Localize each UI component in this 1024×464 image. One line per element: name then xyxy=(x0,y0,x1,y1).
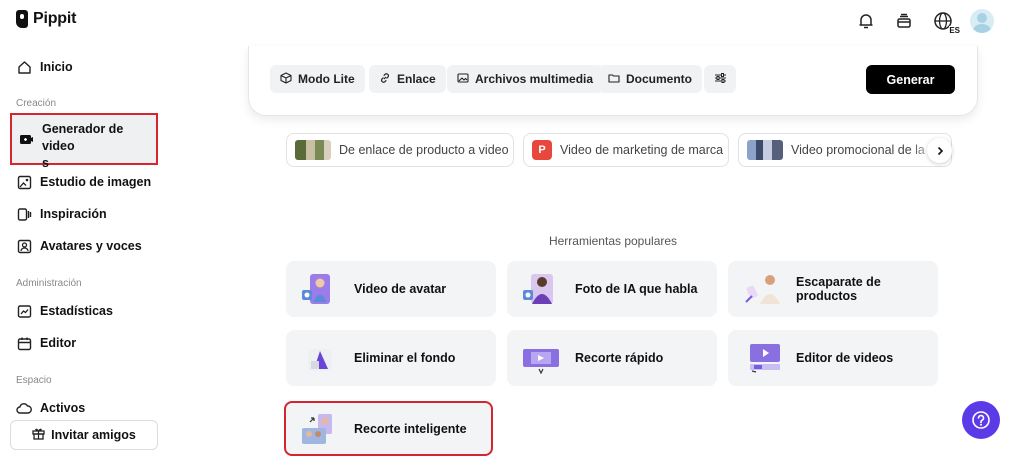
calendar-icon xyxy=(16,335,32,351)
tool-label: Eliminar el fondo xyxy=(354,351,456,365)
language-selector[interactable]: ES xyxy=(930,9,960,35)
sidebar-item-image-studio[interactable]: Estudio de imagen xyxy=(10,171,158,193)
settings-chip[interactable] xyxy=(704,65,736,93)
document-chip[interactable]: Documento xyxy=(598,65,702,93)
brand-badge-icon: P xyxy=(532,140,552,160)
sidebar-item-label: Estudio de imagen xyxy=(40,175,152,189)
chip-label: Documento xyxy=(626,72,692,86)
section-label-creation: Creación xyxy=(16,98,57,109)
image-icon xyxy=(457,72,469,87)
chart-icon xyxy=(16,303,32,319)
tool-talking-photo[interactable]: Foto de IA que habla xyxy=(507,261,717,317)
sidebar-item-video-generator[interactable]: Generador de video s xyxy=(10,113,158,170)
tool-label: Foto de IA que habla xyxy=(575,282,698,296)
section-label-admin: Administración xyxy=(16,278,82,289)
user-avatar[interactable] xyxy=(970,9,994,33)
tool-remove-background[interactable]: Eliminar el fondo xyxy=(286,330,496,386)
app-name: Pippit xyxy=(33,10,77,27)
bell-icon[interactable] xyxy=(854,9,878,33)
section-label-space: Espacio xyxy=(16,375,52,386)
chip-label: Archivos multimedia xyxy=(475,72,594,86)
sidebar-item-label: Avatares y voces xyxy=(40,239,142,253)
language-badge: ES xyxy=(949,26,960,35)
suggestion-thumbnail xyxy=(747,140,783,160)
cloud-icon xyxy=(16,400,32,416)
app-logo[interactable]: Pippit xyxy=(16,10,76,28)
invite-label: Invitar amigos xyxy=(51,428,136,442)
sidebar-item-statistics[interactable]: Estadísticas xyxy=(10,300,158,322)
suggestion-thumbnail xyxy=(295,140,331,160)
link-icon xyxy=(379,72,391,87)
suggestion-link-to-video[interactable]: De enlace de producto a video xyxy=(286,133,514,167)
tool-quick-cut[interactable]: Recorte rápido xyxy=(507,330,717,386)
talking-photo-thumbnail xyxy=(519,272,563,306)
question-mark-icon xyxy=(972,411,990,429)
sidebar-item-label: Generador de video s xyxy=(42,122,124,170)
tool-label: Video de avatar xyxy=(354,282,447,296)
smart-crop-thumbnail xyxy=(298,412,342,446)
mode-lite-chip[interactable]: Modo Lite xyxy=(270,65,365,93)
sidebar-item-label: Editor xyxy=(40,336,77,350)
top-toolbar: ES xyxy=(854,9,994,35)
gift-icon xyxy=(32,427,45,443)
suggestion-promo-video[interactable]: Video promocional de la xyxy=(738,133,952,167)
avatar-voice-icon xyxy=(16,238,32,254)
sidebar-item-assets[interactable]: Activos xyxy=(10,397,158,419)
tool-smart-crop[interactable]: Recorte inteligente xyxy=(284,401,493,456)
media-files-chip[interactable]: Archivos multimedia xyxy=(447,65,604,93)
suggestion-label: De enlace de producto a video xyxy=(339,143,509,157)
sidebar-item-inspiration[interactable]: Inspiración xyxy=(10,203,158,225)
video-editor-thumbnail xyxy=(740,341,784,375)
suggestion-label: Video promocional de la xyxy=(791,143,925,157)
prompt-card: Modo Lite Enlace Archivos multimedia Doc… xyxy=(248,46,978,116)
product-showcase-thumbnail xyxy=(740,272,784,306)
popular-tools-title: Herramientas populares xyxy=(548,234,678,248)
video-add-icon xyxy=(18,131,34,147)
credits-icon[interactable] xyxy=(892,9,916,33)
cube-icon xyxy=(280,71,292,87)
image-studio-icon xyxy=(16,174,32,190)
suggestion-brand-marketing[interactable]: P Video de marketing de marca xyxy=(523,133,729,167)
sidebar-item-label: Inspiración xyxy=(40,207,107,221)
sidebar-item-editor[interactable]: Editor xyxy=(10,332,158,354)
invite-friends-button[interactable]: Invitar amigos xyxy=(10,420,158,450)
sidebar-item-label: Inicio xyxy=(40,60,73,74)
remove-background-thumbnail xyxy=(298,341,342,375)
avatar-video-thumbnail xyxy=(298,272,342,306)
tool-product-showcase[interactable]: Escaparate de productos xyxy=(728,261,938,317)
tool-label: Escaparate de productos xyxy=(796,275,881,303)
sidebar-item-label: Estadísticas xyxy=(40,304,113,318)
tool-label: Recorte rápido xyxy=(575,351,664,365)
tool-label: Recorte inteligente xyxy=(354,421,467,436)
inspiration-icon xyxy=(16,206,32,222)
sidebar-item-home[interactable]: Inicio xyxy=(10,56,158,78)
tool-video-editor[interactable]: Editor de videos xyxy=(728,330,938,386)
tool-avatar-video[interactable]: Video de avatar xyxy=(286,261,496,317)
chevron-right-icon xyxy=(937,146,943,155)
quick-cut-thumbnail xyxy=(519,341,563,375)
home-icon xyxy=(16,59,32,75)
pippit-logo-icon xyxy=(16,10,28,28)
sidebar-item-avatars-voices[interactable]: Avatares y voces xyxy=(10,235,158,257)
chip-label: Modo Lite xyxy=(298,72,355,86)
chip-label: Enlace xyxy=(397,72,436,86)
help-button[interactable] xyxy=(962,401,1000,439)
folder-icon xyxy=(608,72,620,87)
suggestion-label: Video de marketing de marca xyxy=(560,143,724,157)
scroll-right-button[interactable] xyxy=(927,138,952,163)
generate-button[interactable]: Generar xyxy=(866,65,955,94)
sliders-icon xyxy=(714,72,727,87)
sidebar-item-label: Activos xyxy=(40,401,86,415)
link-chip[interactable]: Enlace xyxy=(369,65,446,93)
tool-label: Editor de videos xyxy=(796,351,894,365)
